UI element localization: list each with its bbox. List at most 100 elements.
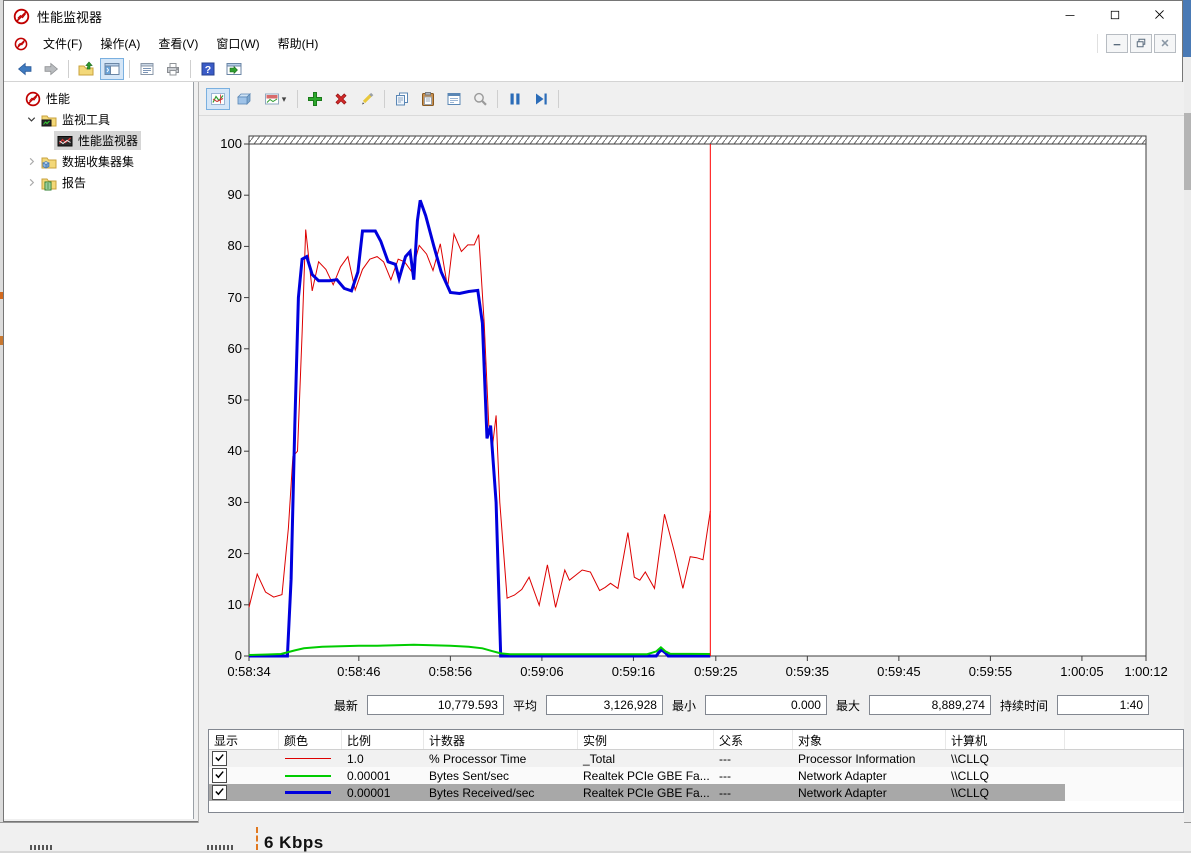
legend-column-header[interactable]: 父系 [714,730,793,749]
mdi-close-button[interactable] [1154,34,1176,53]
y-axis-tick-label: 0 [212,648,242,663]
legend-scale-cell: 1.0 [342,750,424,767]
mdi-restore-button[interactable] [1130,34,1152,53]
show-checkbox[interactable] [212,785,227,800]
x-axis-tick-label: 0:58:56 [419,664,481,679]
legend-instance-cell: Realtek PCIe GBE Fa... [578,784,714,801]
legend-counter-row[interactable]: 1.0% Processor Time_Total---Processor In… [209,750,1183,767]
titlebar-buttons [1047,1,1182,31]
legend-column-header[interactable]: 颜色 [279,730,342,749]
legend-filler-cell [1065,750,1184,767]
main-toolbar: ? [4,56,1182,82]
x-axis-tick-label: 0:59:35 [776,664,838,679]
menu-item[interactable]: 帮助(H) [269,31,328,56]
menu-item[interactable]: 窗口(W) [207,31,268,56]
counter-legend-table: 显示颜色比例计数器实例父系对象计算机1.0% Processor Time_To… [208,729,1184,813]
legend-counter-row[interactable]: 0.00001Bytes Received/secRealtek PCIe GB… [209,784,1183,801]
close-button[interactable] [1137,1,1182,31]
menu-bar-items: 文件(F)操作(A)查看(V)窗口(W)帮助(H) [34,31,327,56]
stat-label: 最小 [672,697,696,714]
legend-show-cell [209,784,279,801]
x-axis-tick-label: 0:59:06 [511,664,573,679]
perfmon-menu-icon [14,37,28,51]
toolbar-separator [129,60,130,78]
folder-data-collector-icon [41,154,58,170]
print-button[interactable] [161,58,185,80]
export-list-button[interactable] [135,58,159,80]
chevron-right-icon[interactable] [24,176,38,190]
menu-item[interactable]: 操作(A) [91,31,149,56]
legend-counter-row[interactable]: 0.00001Bytes Sent/secRealtek PCIe GBE Fa… [209,767,1183,784]
svg-text:?: ? [205,64,211,76]
tree-item-folder-monitor-tools[interactable]: 监视工具 [4,109,193,130]
mdi-minimize-button[interactable] [1106,34,1128,53]
legend-instance-cell: _Total [578,750,714,767]
tree-item-performance-monitor[interactable]: 性能监视器 [4,130,193,151]
show-hide-action-pane-button[interactable] [222,58,246,80]
legend-column-header[interactable]: 显示 [209,730,279,749]
legend-column-filler[interactable] [1065,730,1184,749]
x-axis-tick-label: 1:00:05 [1051,664,1113,679]
tree-item-label: 数据收集器集 [62,153,134,170]
check-icon [214,769,225,783]
menu-item[interactable]: 文件(F) [34,31,91,56]
up-one-level-icon [78,61,94,77]
show-hide-console-tree-button[interactable] [100,58,124,80]
forward-arrow-icon [43,61,59,77]
folder-report-icon [41,175,58,191]
back-arrow-button[interactable] [13,58,37,80]
legend-column-header[interactable]: 比例 [342,730,424,749]
help-button[interactable]: ? [196,58,220,80]
background-text-fragment [207,845,235,850]
tree-item-label: 性能监视器 [78,132,138,149]
show-hide-action-pane-icon [226,61,242,77]
show-checkbox[interactable] [212,768,227,783]
check-icon [214,786,225,800]
stat-value: 10,779.593 [367,695,504,715]
tree-item-label: 性能 [46,90,70,107]
tree-item-folder-data-collector[interactable]: 数据收集器集 [4,151,193,172]
legend-column-header[interactable]: 实例 [578,730,714,749]
stat-value: 1:40 [1057,695,1149,715]
legend-column-header[interactable]: 计数器 [424,730,578,749]
chevron-down-icon[interactable] [24,113,38,127]
menu-item[interactable]: 查看(V) [149,31,207,56]
chart-plot[interactable] [239,132,1154,669]
stat-value: 8,889,274 [869,695,991,715]
help-icon: ? [200,61,216,77]
background-dashed-marker [256,827,258,850]
perfmon-icon [25,91,42,107]
maximize-button[interactable] [1092,1,1137,31]
mdi-window-controls [1097,34,1176,53]
up-one-level-button[interactable] [74,58,98,80]
perfmon-app-icon [13,8,30,25]
legend-instance-cell: Realtek PCIe GBE Fa... [578,767,714,784]
y-axis-tick-label: 90 [212,187,242,202]
tree-item-folder-report[interactable]: 报告 [4,172,193,193]
legend-color-cell [279,784,342,801]
legend-counter-cell: Bytes Received/sec [424,784,578,801]
tree-item-perfmon[interactable]: 性能 [4,88,193,109]
forward-arrow-button[interactable] [39,58,63,80]
y-axis-tick-label: 60 [212,341,242,356]
legend-color-cell [279,767,342,784]
console-tree-panel: 性能监视工具性能监视器数据收集器集报告 [4,82,194,819]
legend-column-header[interactable]: 对象 [793,730,946,749]
y-axis-tick-label: 30 [212,494,242,509]
chevron-right-icon[interactable] [24,155,38,169]
legend-color-cell [279,750,342,767]
print-icon [165,61,181,77]
legend-counter-cell: % Processor Time [424,750,578,767]
legend-parent-cell: --- [714,784,793,801]
legend-filler-cell [1065,767,1184,784]
minimize-button[interactable] [1047,1,1092,31]
check-icon [214,752,225,766]
close-icon [1153,8,1166,24]
background-kbps-label: 6 Kbps [264,833,324,853]
show-checkbox[interactable] [212,751,227,766]
show-hide-console-tree-icon [104,61,120,77]
x-axis-tick-label: 0:58:34 [218,664,280,679]
legend-column-header[interactable]: 计算机 [946,730,1065,749]
minimize-icon [1064,9,1076,24]
stat-label: 最新 [334,697,358,714]
